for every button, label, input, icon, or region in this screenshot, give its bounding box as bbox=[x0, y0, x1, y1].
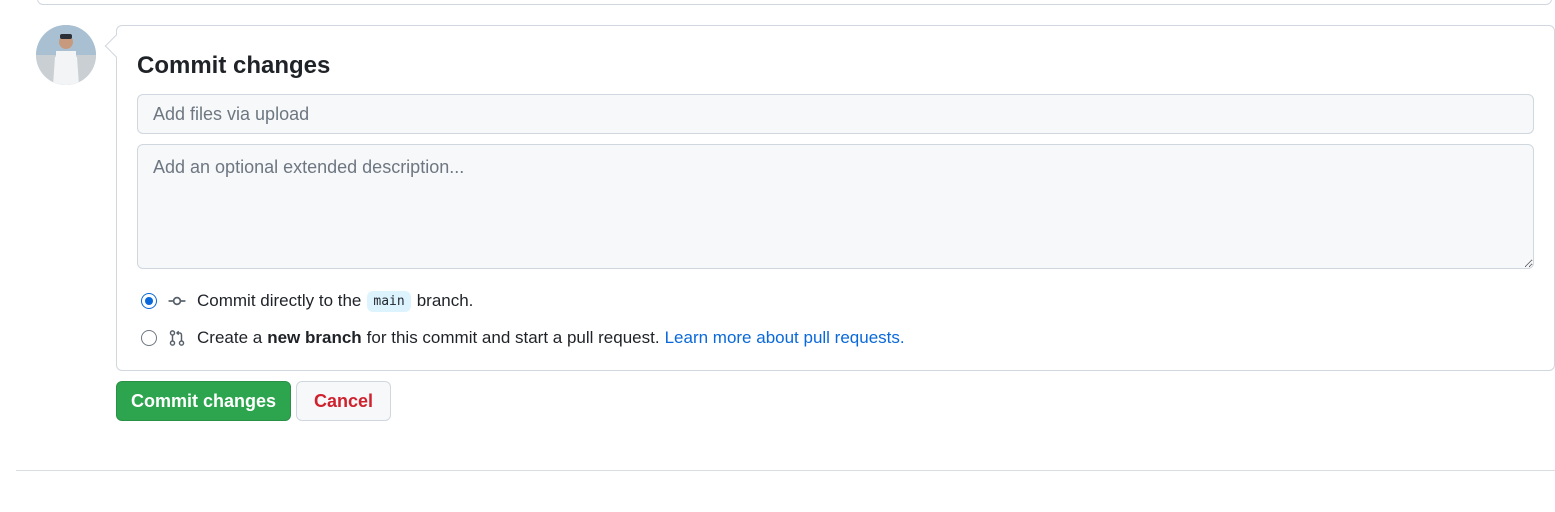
new-branch-radio[interactable] bbox=[141, 330, 157, 346]
user-avatar[interactable] bbox=[36, 25, 96, 85]
new-branch-option[interactable]: Create a new branch for this commit and … bbox=[141, 325, 905, 351]
commit-direct-text: Commit directly to the bbox=[197, 291, 362, 310]
learn-more-pull-requests-link[interactable]: Learn more about pull requests. bbox=[665, 328, 905, 348]
commit-direct-radio[interactable] bbox=[141, 293, 157, 309]
branch-name: main bbox=[367, 290, 411, 312]
git-pull-request-icon bbox=[167, 328, 187, 348]
commit-direct-text-after: branch. bbox=[416, 291, 474, 310]
git-commit-icon bbox=[167, 291, 187, 311]
commit-changes-button[interactable]: Commit changes bbox=[116, 381, 291, 421]
new-branch-text-after: for this commit and start a pull request… bbox=[366, 328, 660, 347]
commit-direct-option[interactable]: Commit directly to the main branch. bbox=[141, 288, 473, 314]
previous-panel-edge bbox=[37, 0, 1552, 5]
commit-description-textarea[interactable] bbox=[137, 144, 1534, 269]
new-branch-text-before: Create a bbox=[197, 328, 263, 347]
cancel-button[interactable]: Cancel bbox=[296, 381, 391, 421]
commit-summary-input[interactable] bbox=[137, 94, 1534, 134]
commit-form-title: Commit changes bbox=[137, 52, 331, 79]
new-branch-bold: new branch bbox=[267, 328, 362, 347]
footer-divider bbox=[16, 470, 1555, 471]
